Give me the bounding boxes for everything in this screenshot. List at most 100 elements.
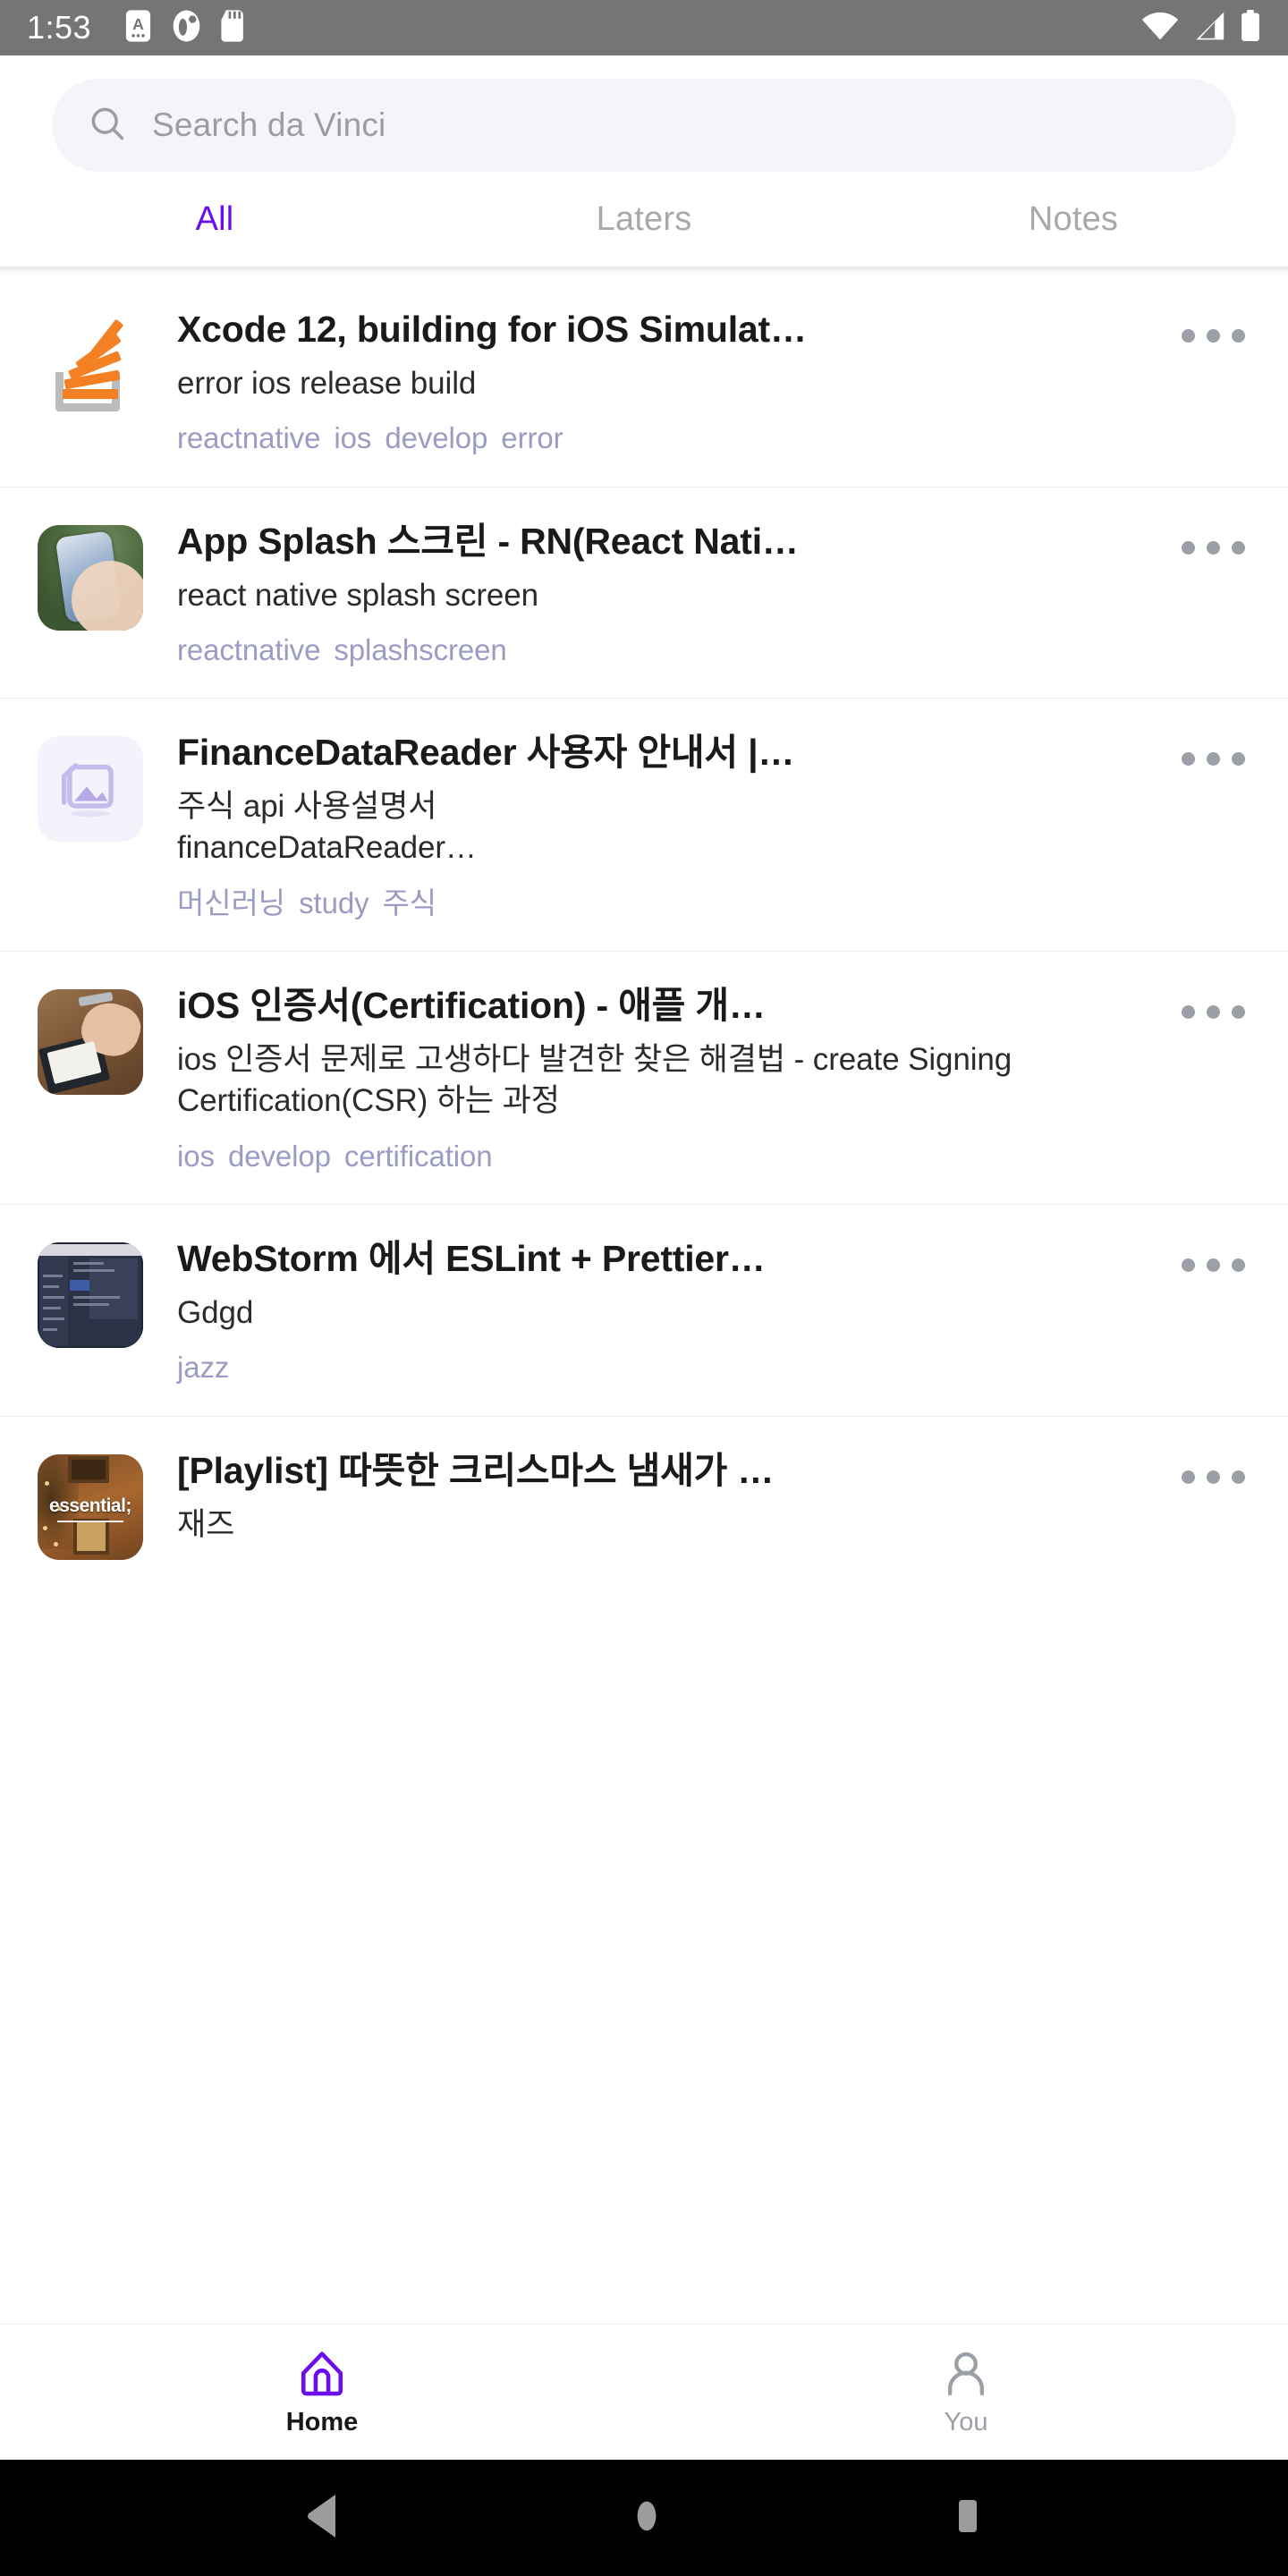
list-item-thumbnail (38, 524, 143, 631)
bottom-nav-label-you: You (944, 2407, 988, 2436)
app-screen: 1:53 A Search da Vinci All Laters Notes … (0, 0, 1288, 2576)
android-home-button[interactable] (628, 2493, 665, 2544)
more-horizontal-icon (1207, 329, 1220, 343)
recents-square-icon (951, 2493, 985, 2544)
list-item[interactable]: WebStorm 에서 ESLint + Prettier… Gdgd jazz (0, 1205, 1288, 1385)
list-item-more-button[interactable] (1174, 1463, 1252, 1491)
cellular-signal-icon (1191, 11, 1227, 46)
search-section: Search da Vinci (0, 55, 1288, 172)
list-item[interactable]: FinanceDataReader 사용자 안내서 |… 주식 api 사용설명… (0, 699, 1288, 920)
list-item[interactable]: Xcode 12, building for iOS Simulat… erro… (0, 275, 1288, 456)
more-horizontal-icon (1232, 1470, 1245, 1484)
android-navigation-bar (0, 2460, 1288, 2576)
tab-bar-divider (0, 267, 1288, 275)
more-horizontal-icon (1182, 540, 1195, 555)
tab-all[interactable]: All (0, 202, 429, 236)
list-item-description: 재즈 (177, 1506, 235, 1542)
list-item-body: WebStorm 에서 ESLint + Prettier… Gdgd jazz (177, 1239, 1250, 1385)
bottom-navigation-bar: Home You (0, 2324, 1288, 2460)
list-item-thumbnail (38, 989, 143, 1096)
list-item-thumbnail (38, 1242, 143, 1349)
bottom-nav-item-home[interactable]: Home (0, 2350, 644, 2436)
status-bar: 1:53 A (0, 0, 1288, 55)
list-item-description: error ios release build (177, 365, 477, 401)
status-bar-clock: 1:53 (27, 9, 92, 46)
more-horizontal-icon (1182, 1470, 1195, 1484)
search-placeholder-text: Search da Vinci (152, 106, 386, 143)
back-triangle-icon (303, 2493, 343, 2544)
more-horizontal-icon (1232, 540, 1245, 555)
tab-bar: All Laters Notes (0, 172, 1288, 267)
list-item[interactable]: essential; [Playlist] 따뜻한 크리스마스 냄새가 … 재즈 (0, 1417, 1288, 1560)
more-horizontal-icon (1182, 329, 1195, 343)
list-item-description: ios 인증서 문제로 고생하다 발견한 찾은 해결법 - create Sig… (177, 1042, 1013, 1119)
more-horizontal-icon (1182, 1005, 1195, 1020)
bottom-nav-item-you[interactable]: You (644, 2350, 1288, 2436)
list-item-tags[interactable]: jazz (177, 1350, 1234, 1385)
list-item-more-button[interactable] (1174, 534, 1252, 562)
home-icon (298, 2350, 346, 2401)
list-item-tags[interactable]: ios develop certification (177, 1139, 1234, 1174)
sd-card-icon (220, 9, 247, 47)
more-horizontal-icon (1207, 1470, 1220, 1484)
list-item-title: FinanceDataReader 사용자 안내서 |… (177, 733, 795, 774)
list-item-body: Xcode 12, building for iOS Simulat… erro… (177, 309, 1250, 456)
desk-writing-photo (38, 989, 143, 1096)
list-item-title: App Splash 스크린 - RN(React Nati… (177, 521, 799, 562)
list-item-description: 주식 api 사용설명서 financeDataReader… (177, 789, 477, 866)
wifi-icon (1141, 11, 1179, 46)
more-horizontal-icon (1182, 1258, 1195, 1273)
tab-notes[interactable]: Notes (859, 202, 1288, 236)
list-item-more-button[interactable] (1174, 998, 1252, 1026)
list-item[interactable]: iOS 인증서(Certification) - 애플 개… ios 인증서 문… (0, 952, 1288, 1174)
svg-text:A: A (132, 15, 144, 33)
christmas-playlist-photo: essential; (38, 1453, 143, 1560)
list-item-body: App Splash 스크린 - RN(React Nati… react na… (177, 521, 1250, 668)
list-item-body: [Playlist] 따뜻한 크리스마스 냄새가 … 재즈 (177, 1451, 1250, 1560)
content-list[interactable]: Xcode 12, building for iOS Simulat… erro… (0, 275, 1288, 2324)
ide-screenshot (38, 1242, 143, 1349)
android-back-button[interactable] (303, 2493, 343, 2544)
list-item-description: react native splash screen (177, 577, 539, 613)
list-item-tags[interactable]: reactnative splashscreen (177, 632, 1234, 668)
list-item[interactable]: App Splash 스크린 - RN(React Nati… react na… (0, 487, 1288, 668)
more-horizontal-icon (1232, 1258, 1245, 1273)
home-circle-icon (628, 2493, 665, 2544)
android-recents-button[interactable] (951, 2493, 985, 2544)
more-horizontal-icon (1232, 1005, 1245, 1020)
list-item-thumbnail (38, 313, 143, 419)
status-bar-system-icons (1141, 9, 1261, 47)
list-item-title: Xcode 12, building for iOS Simulat… (177, 309, 807, 350)
more-horizontal-icon (1207, 752, 1220, 767)
list-item-more-button[interactable] (1174, 1251, 1252, 1279)
list-item-body: iOS 인증서(Certification) - 애플 개… ios 인증서 문… (177, 986, 1250, 1174)
stackoverflow-logo-icon (38, 313, 143, 419)
more-horizontal-icon (1182, 752, 1195, 767)
list-item-more-button[interactable] (1174, 745, 1252, 773)
more-horizontal-icon (1232, 752, 1245, 767)
list-item-more-button[interactable] (1174, 322, 1252, 350)
more-horizontal-icon (1207, 1005, 1220, 1020)
do-not-disturb-icon (171, 9, 202, 47)
list-item-description: Gdgd (177, 1295, 254, 1331)
person-icon (942, 2350, 990, 2401)
list-item-thumbnail (38, 736, 143, 843)
list-item-body: FinanceDataReader 사용자 안내서 |… 주식 api 사용설명… (177, 733, 1250, 920)
search-icon (88, 104, 127, 148)
thumbnail-caption: essential; (49, 1495, 131, 1516)
phone-in-hand-photo (38, 524, 143, 631)
bottom-nav-label-home: Home (285, 2407, 359, 2436)
list-item-thumbnail: essential; (38, 1453, 143, 1560)
image-placeholder-icon (38, 736, 143, 843)
battery-icon (1240, 9, 1261, 47)
android-auto-icon: A (123, 9, 153, 47)
more-horizontal-icon (1207, 540, 1220, 555)
search-input[interactable]: Search da Vinci (52, 79, 1236, 172)
more-horizontal-icon (1232, 329, 1245, 343)
list-item-tags[interactable]: 머신러닝 study 주식 (177, 886, 1234, 921)
list-item-title: iOS 인증서(Certification) - 애플 개… (177, 986, 766, 1027)
list-item-title: WebStorm 에서 ESLint + Prettier… (177, 1239, 766, 1280)
tab-laters[interactable]: Laters (429, 202, 859, 236)
list-item-tags[interactable]: reactnative ios develop error (177, 420, 1234, 456)
list-item-title: [Playlist] 따뜻한 크리스마스 냄새가 … (177, 1450, 775, 1491)
